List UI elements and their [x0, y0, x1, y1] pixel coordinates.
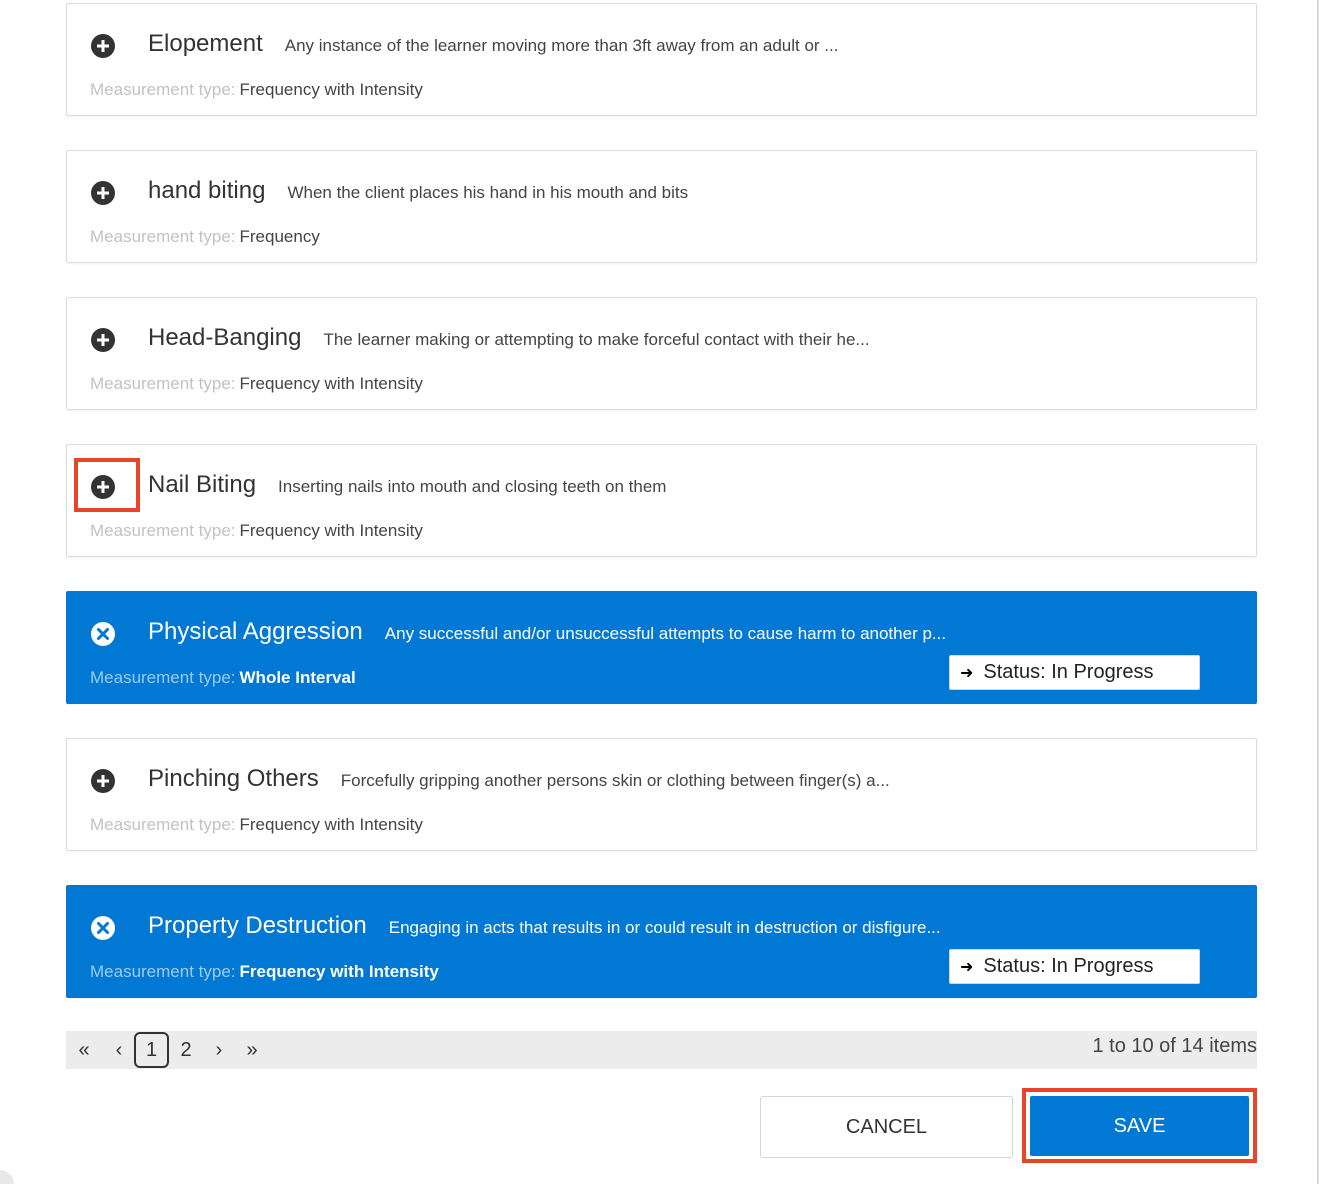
pagination-bar: « ‹ 1 2 › » 1 to 10 of 14 items	[66, 1031, 1257, 1069]
measurement-type-value: Frequency with Intensity	[239, 374, 423, 393]
measurement-type-label: Measurement type:	[90, 374, 236, 393]
status-button[interactable]: ➜ Status: In Progress	[949, 655, 1200, 690]
plus-circle-icon[interactable]	[90, 768, 116, 794]
behavior-description: When the client places his hand in his m…	[287, 183, 689, 202]
save-button[interactable]: SAVE	[1030, 1096, 1249, 1156]
pagination-info: 1 to 10 of 14 items	[1092, 1035, 1257, 1057]
x-circle-icon[interactable]	[90, 621, 116, 647]
behavior-description: Any instance of the learner moving more …	[284, 36, 839, 55]
arrow-right-icon: ➜	[960, 958, 974, 976]
arrow-right-icon: ➜	[960, 664, 974, 682]
x-circle-icon[interactable]	[90, 915, 116, 941]
measurement-type-label: Measurement type:	[90, 227, 236, 246]
first-page-button[interactable]: «	[72, 1031, 96, 1069]
behavior-description: Inserting nails into mouth and closing t…	[278, 477, 667, 496]
page-2-button[interactable]: 2	[174, 1031, 198, 1069]
measurement-type-label: Measurement type:	[90, 80, 236, 99]
status-label: Status: In Progress	[983, 661, 1154, 683]
behavior-title: Pinching Others	[148, 765, 319, 792]
behavior-card-physical-aggression[interactable]: Physical Aggression Any successful and/or…	[66, 591, 1257, 704]
behavior-description: Forcefully gripping another persons skin…	[340, 771, 890, 790]
status-label: Status: In Progress	[983, 955, 1154, 977]
measurement-type-value: Whole Interval	[239, 668, 356, 687]
behavior-card-elopement[interactable]: Elopement Any instance of the learner mov…	[66, 3, 1257, 116]
status-button[interactable]: ➜ Status: In Progress	[949, 949, 1200, 984]
behavior-card-hand-biting[interactable]: hand biting When the client places his ha…	[66, 150, 1257, 263]
measurement-type-value: Frequency with Intensity	[239, 521, 423, 540]
measurement-type-value: Frequency with Intensity	[239, 80, 423, 99]
behavior-title: hand biting	[148, 177, 266, 204]
behavior-title: Head-Banging	[148, 324, 302, 351]
measurement-type-value: Frequency with Intensity	[239, 962, 439, 981]
prev-page-button[interactable]: ‹	[108, 1031, 130, 1069]
behavior-description: Engaging in acts that results in or coul…	[388, 918, 941, 937]
last-page-button[interactable]: »	[240, 1031, 264, 1069]
behavior-card-head-banging[interactable]: Head-Banging The learner making or attemp…	[66, 297, 1257, 410]
behavior-card-property-destruction[interactable]: Property Destruction Engaging in acts tha…	[66, 885, 1257, 998]
measurement-type-label: Measurement type:	[90, 815, 236, 834]
behavior-title: Nail Biting	[148, 471, 257, 498]
plus-circle-icon[interactable]	[90, 180, 116, 206]
behavior-title: Physical Aggression	[148, 618, 363, 645]
plus-circle-icon[interactable]	[74, 458, 140, 512]
measurement-type-value: Frequency with Intensity	[239, 815, 423, 834]
plus-circle-icon[interactable]	[90, 327, 116, 353]
window-corner	[0, 1170, 14, 1184]
behavior-description: The learner making or attempting to make…	[323, 330, 870, 349]
behavior-title: Elopement	[148, 30, 263, 57]
next-page-button[interactable]: ›	[208, 1031, 230, 1069]
measurement-type-label: Measurement type:	[90, 668, 236, 687]
measurement-type-value: Frequency	[239, 227, 320, 246]
measurement-type-label: Measurement type:	[90, 521, 236, 540]
plus-circle-icon[interactable]	[90, 33, 116, 59]
behavior-title: Property Destruction	[148, 912, 367, 939]
page-1-button[interactable]: 1	[134, 1032, 169, 1068]
behavior-card-nail-biting[interactable]: Nail Biting Inserting nails into mouth an…	[66, 444, 1257, 557]
behavior-description: Any successful and/or unsuccessful attem…	[384, 624, 947, 643]
measurement-type-label: Measurement type:	[90, 962, 236, 981]
behavior-card-pinching-others[interactable]: Pinching Others Forcefully gripping anoth…	[66, 738, 1257, 851]
cancel-button[interactable]: CANCEL	[760, 1096, 1013, 1158]
